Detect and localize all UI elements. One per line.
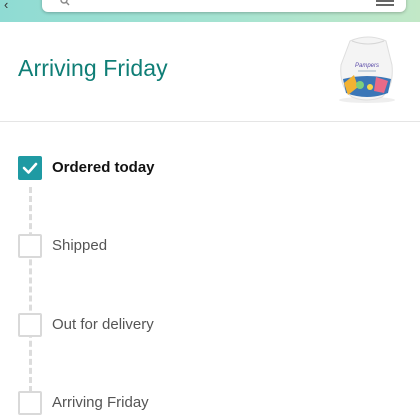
- step-out-for-delivery-checkbox: [18, 313, 42, 337]
- progress-timeline-line: [29, 187, 32, 392]
- header-bar: ‹: [0, 0, 420, 22]
- hamburger-icon[interactable]: [376, 0, 394, 6]
- step-out-for-delivery-label: Out for delivery: [52, 316, 154, 333]
- step-arriving-checkbox: [18, 391, 42, 415]
- search-input[interactable]: [42, 0, 406, 12]
- step-ordered-checkbox: [18, 156, 42, 180]
- search-icon: [60, 0, 70, 6]
- chevron-left-icon: ‹: [4, 0, 9, 12]
- delivery-title: Arriving Friday: [18, 55, 168, 81]
- divider: [0, 121, 420, 122]
- step-shipped-checkbox: [18, 234, 42, 258]
- svg-text:Pampers: Pampers: [355, 63, 379, 69]
- back-button[interactable]: ‹: [0, 0, 26, 14]
- diaper-bag-product-image[interactable]: Pampers: [330, 35, 400, 103]
- step-shipped-label: Shipped: [52, 237, 108, 254]
- step-ordered-label: Ordered today: [52, 159, 155, 176]
- step-arriving-label: Arriving Friday: [52, 394, 149, 411]
- checkmark-icon: [22, 162, 38, 174]
